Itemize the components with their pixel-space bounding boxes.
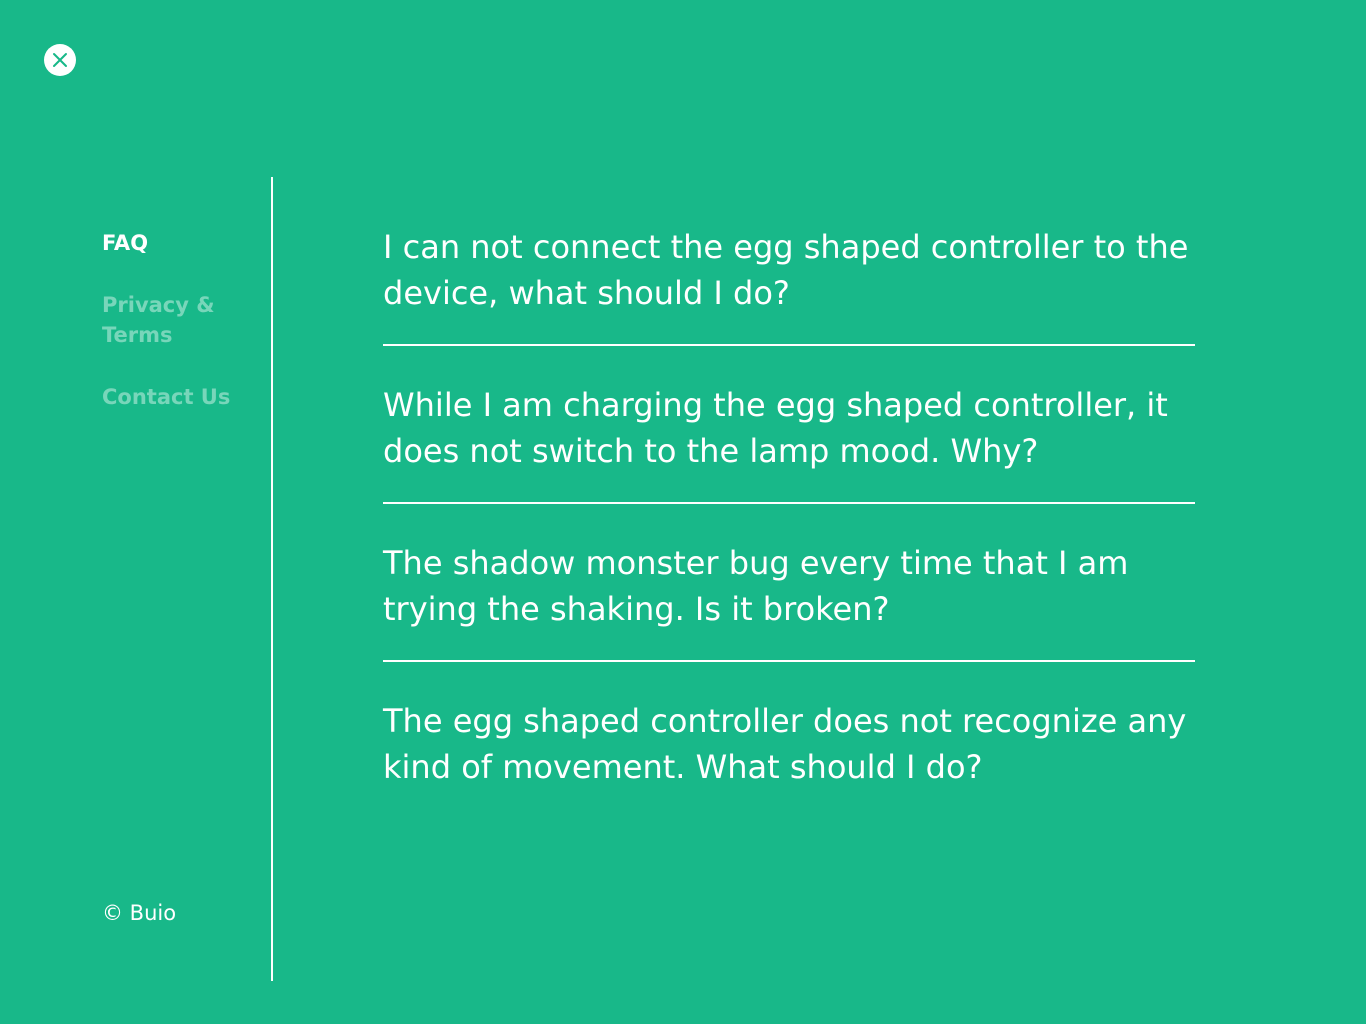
sidebar-nav: FAQ Privacy & Terms Contact Us: [102, 228, 252, 412]
nav-item-contact-us[interactable]: Contact Us: [102, 382, 252, 412]
vertical-divider: [271, 177, 273, 981]
faq-divider: [383, 344, 1195, 346]
close-button[interactable]: [44, 44, 76, 76]
nav-item-faq[interactable]: FAQ: [102, 228, 252, 258]
faq-list: I can not connect the egg shaped control…: [383, 224, 1195, 856]
faq-item: I can not connect the egg shaped control…: [383, 224, 1195, 382]
faq-question[interactable]: While I am charging the egg shaped contr…: [383, 382, 1195, 502]
faq-question[interactable]: I can not connect the egg shaped control…: [383, 224, 1195, 344]
faq-item: The egg shaped controller does not recog…: [383, 698, 1195, 856]
nav-item-privacy-terms[interactable]: Privacy & Terms: [102, 290, 252, 350]
faq-item: The shadow monster bug every time that I…: [383, 540, 1195, 698]
copyright-text: © Buio: [102, 901, 177, 925]
faq-question[interactable]: The shadow monster bug every time that I…: [383, 540, 1195, 660]
faq-divider: [383, 660, 1195, 662]
faq-divider: [383, 502, 1195, 504]
close-icon: [53, 53, 67, 67]
faq-question[interactable]: The egg shaped controller does not recog…: [383, 698, 1195, 818]
faq-item: While I am charging the egg shaped contr…: [383, 382, 1195, 540]
